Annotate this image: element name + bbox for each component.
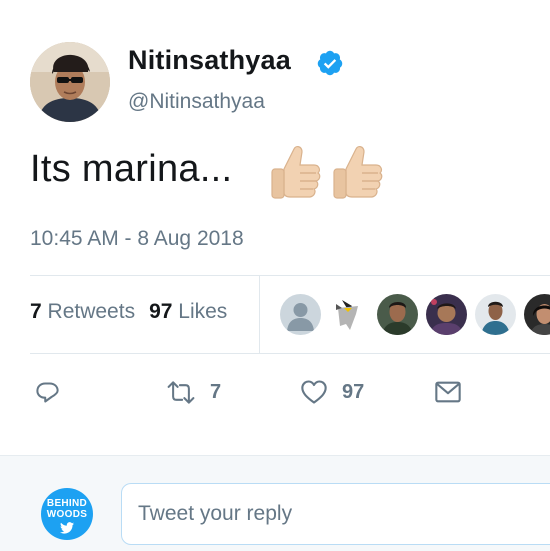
- retweet-button[interactable]: 7: [166, 372, 221, 412]
- twitter-bird-icon: [60, 522, 74, 534]
- liker-avatar[interactable]: [280, 294, 321, 335]
- logo-text: WOODS: [41, 509, 93, 520]
- tweet-actions: 7 97: [30, 372, 550, 412]
- display-name[interactable]: Nitinsathyaa: [128, 45, 291, 76]
- heart-icon: [300, 379, 328, 405]
- reply-icon: [34, 379, 61, 406]
- retweet-icon: [166, 379, 196, 406]
- retweets-stat[interactable]: 7 Retweets: [30, 300, 135, 323]
- liker-avatar[interactable]: [524, 294, 550, 335]
- thumbs-up-light-skin-icon: [328, 143, 384, 203]
- tweet-text: Its marina...: [30, 148, 232, 191]
- likes-label: Likes: [178, 300, 227, 323]
- like-button[interactable]: 97: [300, 372, 364, 412]
- retweet-count: 7: [210, 381, 221, 404]
- envelope-icon: [434, 380, 462, 404]
- likes-count: 97: [149, 300, 172, 323]
- profile-avatar[interactable]: [30, 42, 110, 122]
- divider: [30, 275, 550, 276]
- liker-avatar[interactable]: [475, 294, 516, 335]
- like-count: 97: [342, 381, 364, 404]
- behindwoods-logo: BEHIND WOODS: [41, 488, 93, 540]
- thumbs-up-light-skin-icon: [266, 143, 322, 203]
- likes-stat[interactable]: 97 Likes: [149, 300, 227, 323]
- reply-button[interactable]: [34, 372, 61, 412]
- tweet-timestamp[interactable]: 10:45 AM - 8 Aug 2018: [30, 227, 244, 251]
- direct-message-button[interactable]: [434, 372, 462, 412]
- engagement-stats: 7 Retweets 97 Likes: [30, 300, 227, 324]
- liker-avatar[interactable]: [426, 294, 467, 335]
- retweets-count: 7: [30, 300, 42, 323]
- retweets-label: Retweets: [48, 300, 136, 323]
- reply-input[interactable]: [121, 483, 550, 545]
- liker-avatar[interactable]: [328, 294, 369, 335]
- verified-badge-icon: [316, 49, 344, 77]
- tweet-card: Nitinsathyaa @Nitinsathyaa Its marina...…: [0, 0, 550, 455]
- stats-separator: [259, 276, 260, 353]
- divider: [30, 353, 550, 354]
- liker-avatar[interactable]: [377, 294, 418, 335]
- user-handle[interactable]: @Nitinsathyaa: [128, 90, 265, 114]
- logo-text: BEHIND: [41, 498, 93, 509]
